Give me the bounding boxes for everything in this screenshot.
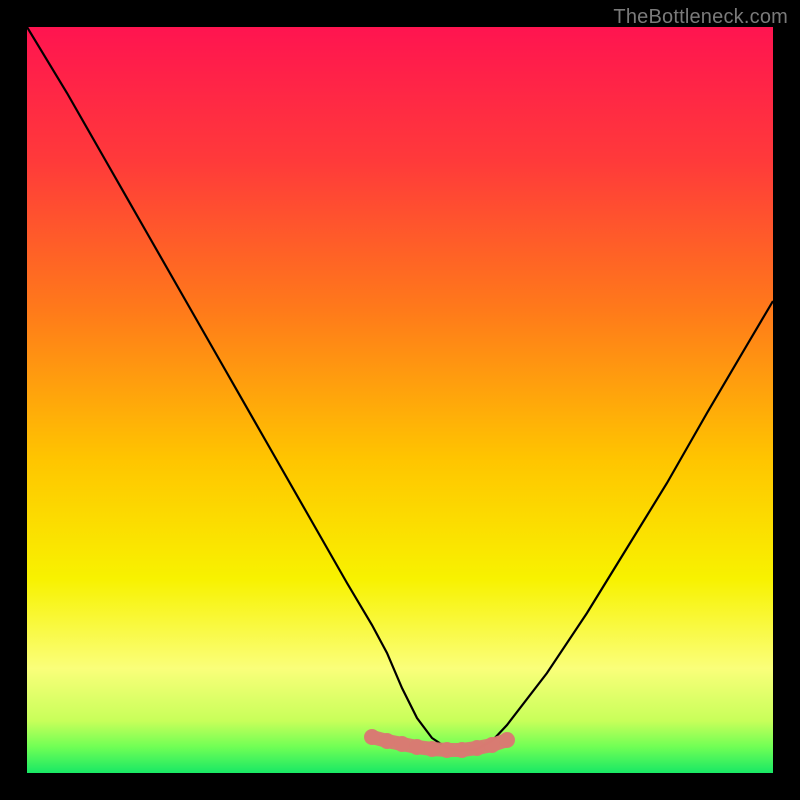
frame: TheBottleneck.com: [0, 0, 800, 800]
watermark-text: TheBottleneck.com: [613, 6, 788, 29]
bottleneck-chart: [27, 27, 773, 773]
plot-area: [27, 27, 773, 773]
gradient-background: [27, 27, 773, 773]
